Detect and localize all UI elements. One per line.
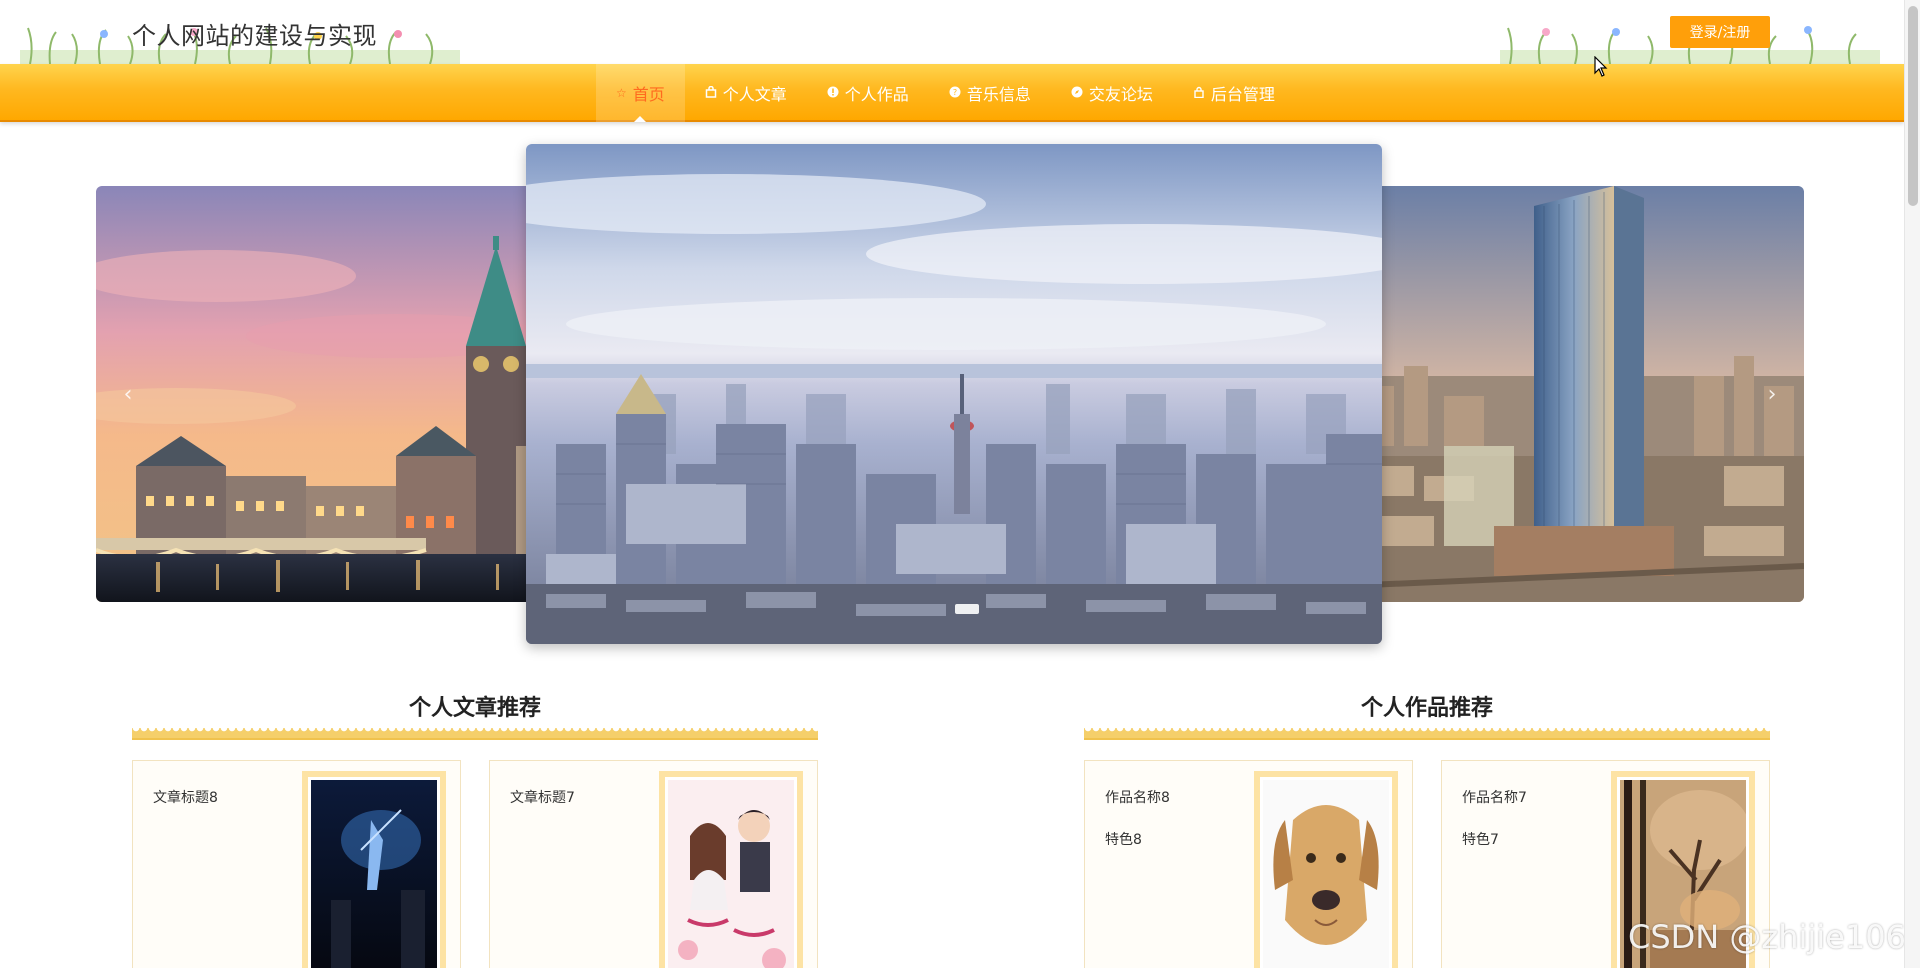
carousel-next-button[interactable]: › xyxy=(1752,370,1792,418)
compass-icon xyxy=(1071,86,1083,101)
article-image xyxy=(659,771,803,968)
article-image xyxy=(302,771,446,968)
main-nav: ☆ 首页 个人文章 个人作品 ? 音乐信息 交友论坛 后台管理 xyxy=(0,64,1904,122)
scrollbar-thumb[interactable] xyxy=(1908,6,1918,206)
nav-item-label: 个人文章 xyxy=(722,85,787,104)
bag-icon xyxy=(705,85,717,101)
carousel-slide-skyline[interactable] xyxy=(526,144,1382,644)
carousel-indicators xyxy=(952,604,982,614)
nav-item-label: 音乐信息 xyxy=(966,85,1031,104)
work-card[interactable]: 作品名称8 特色8 xyxy=(1084,760,1413,968)
question-icon: ? xyxy=(949,86,961,101)
svg-text:?: ? xyxy=(953,88,957,97)
header: 个人网站的建设与实现 登录/注册 xyxy=(0,0,1904,64)
info-icon xyxy=(827,86,839,101)
works-section: 个人作品推荐 作品名称8 特色8 作品名称7 特色7 xyxy=(1084,692,1770,968)
nav-item-label: 个人作品 xyxy=(844,85,909,104)
nav-item-music[interactable]: ? 音乐信息 xyxy=(929,64,1051,122)
mouse-cursor-icon xyxy=(1594,56,1608,77)
login-register-button[interactable]: 登录/注册 xyxy=(1670,16,1770,48)
section-title: 个人文章推荐 xyxy=(408,696,541,721)
article-card[interactable]: 文章标题7 xyxy=(489,760,818,968)
nav-item-forum[interactable]: 交友论坛 xyxy=(1051,64,1173,122)
work-image xyxy=(1254,771,1398,968)
section-title: 个人作品推荐 xyxy=(1360,696,1493,721)
nav-item-label: 后台管理 xyxy=(1210,85,1275,104)
page-scrollbar[interactable] xyxy=(1904,0,1920,968)
hero-carousel: ‹ › xyxy=(96,144,1804,644)
nav-item-label: 交友论坛 xyxy=(1088,85,1153,104)
nav-item-label: 首页 xyxy=(632,85,665,104)
section-divider xyxy=(132,728,818,740)
watermark: CSDN @zhijie106 xyxy=(1628,918,1906,956)
article-title: 文章标题8 xyxy=(153,790,218,806)
carousel-prev-button[interactable]: ‹ xyxy=(108,370,148,418)
page: 个人网站的建设与实现 登录/注册 ☆ 首页 个人文章 个人作品 ? 音乐信息 交… xyxy=(0,0,1920,968)
nav-item-admin[interactable]: 后台管理 xyxy=(1173,64,1295,122)
nav-item-articles[interactable]: 个人文章 xyxy=(685,64,807,122)
articles-section: 个人文章推荐 文章标题8 文章标题7 xyxy=(132,692,818,968)
site-title: 个人网站的建设与实现 xyxy=(132,22,377,50)
nav-item-home[interactable]: ☆ 首页 xyxy=(596,64,685,122)
star-icon: ☆ xyxy=(616,86,627,100)
work-feature: 特色8 xyxy=(1105,832,1142,848)
carousel-slide-tower[interactable] xyxy=(1344,186,1804,602)
work-feature: 特色7 xyxy=(1462,832,1499,848)
article-title: 文章标题7 xyxy=(510,790,575,806)
carousel-indicator[interactable] xyxy=(955,604,979,614)
carousel-slide-church[interactable] xyxy=(96,186,556,602)
lock-icon xyxy=(1193,86,1205,101)
article-card[interactable]: 文章标题8 xyxy=(132,760,461,968)
nav-item-works[interactable]: 个人作品 xyxy=(807,64,929,122)
section-divider xyxy=(1084,728,1770,740)
work-name: 作品名称7 xyxy=(1462,790,1527,806)
work-name: 作品名称8 xyxy=(1105,790,1170,806)
